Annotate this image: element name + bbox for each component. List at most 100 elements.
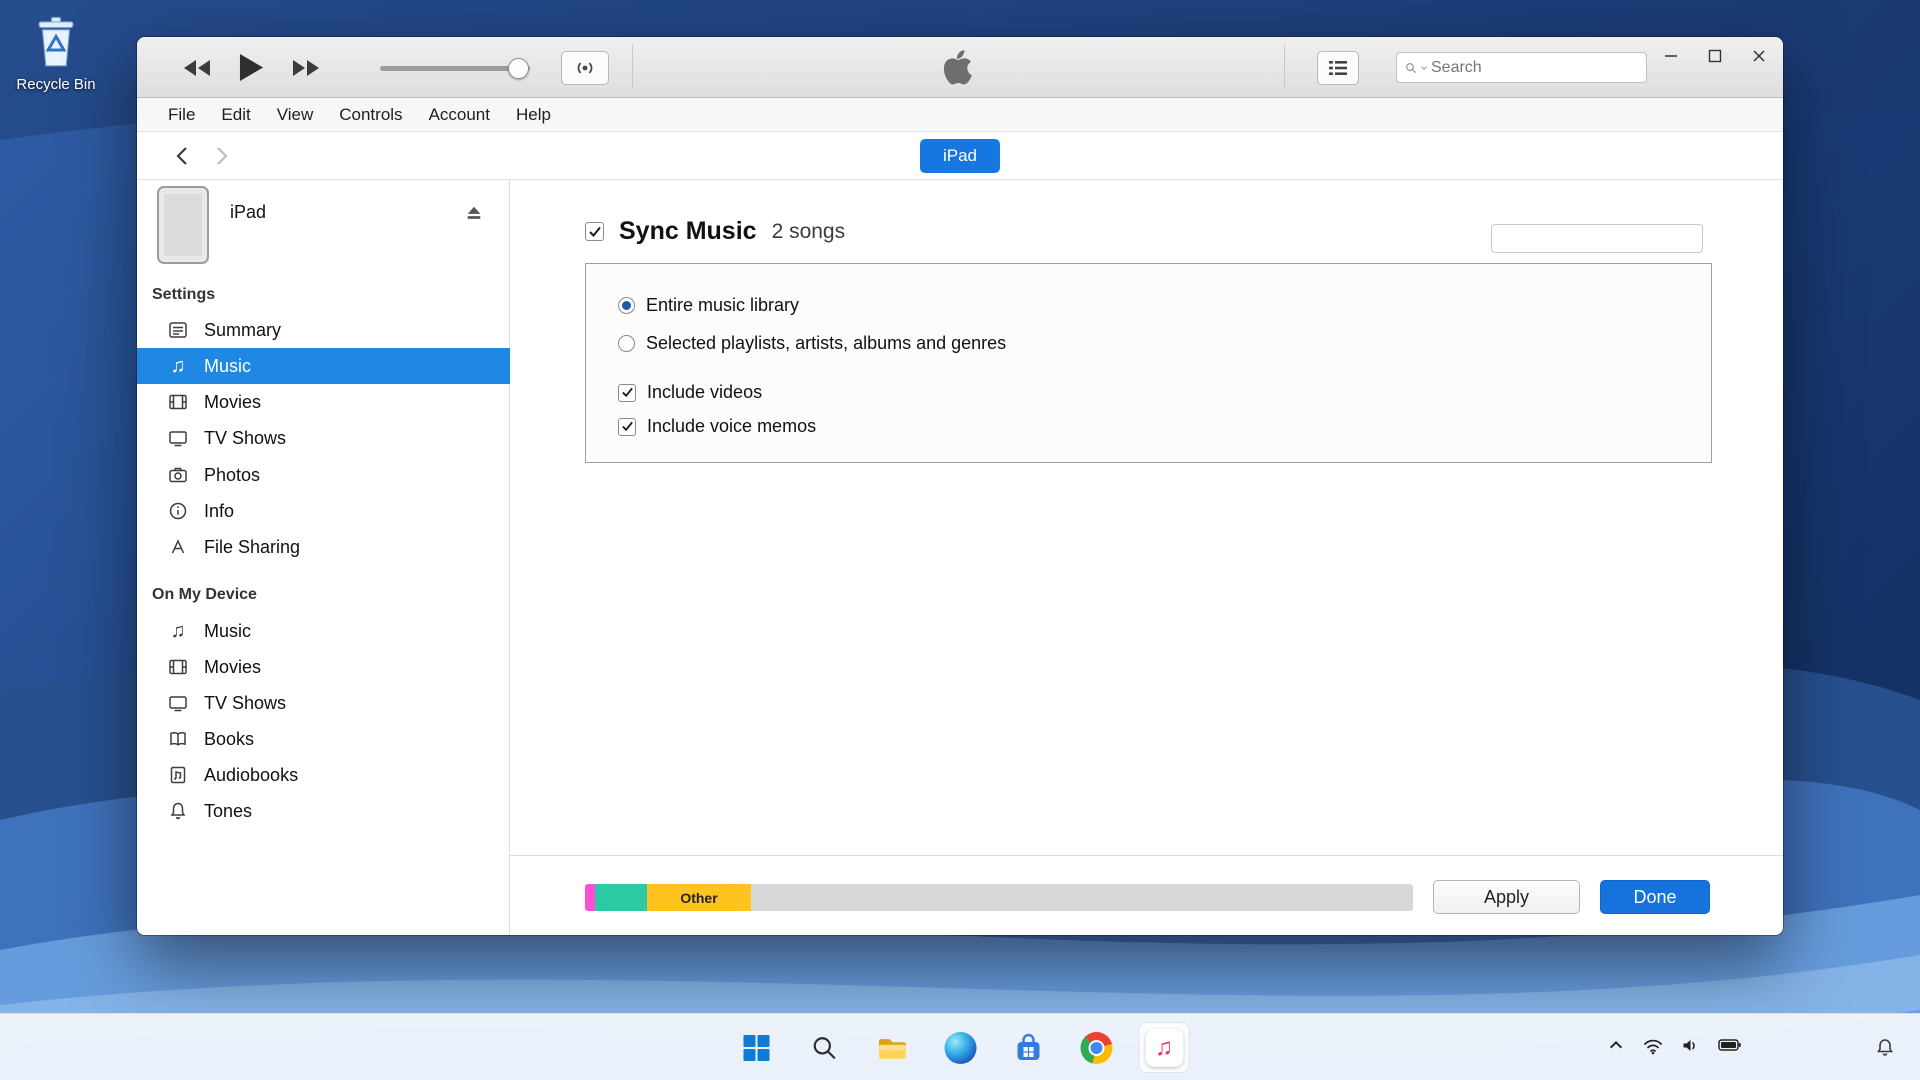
start-button[interactable] <box>732 1023 781 1072</box>
chrome-button[interactable] <box>1072 1023 1121 1072</box>
camera-icon <box>167 465 189 485</box>
close-button[interactable] <box>1743 41 1775 71</box>
itunes-window: File Edit View Controls Account Help iPa… <box>137 37 1783 935</box>
search-icon <box>811 1035 837 1061</box>
search-icon <box>1405 59 1417 77</box>
volume-slider[interactable] <box>380 37 530 98</box>
sidebar-item-label: Music <box>204 356 251 377</box>
device-pill-button[interactable]: iPad <box>920 139 1000 173</box>
sidebar-item-info[interactable]: Info <box>137 493 510 529</box>
film-icon <box>167 657 189 677</box>
menu-edit[interactable]: Edit <box>208 98 263 131</box>
maximize-button[interactable] <box>1699 41 1731 71</box>
footer-divider <box>510 855 1783 856</box>
menu-view[interactable]: View <box>264 98 327 131</box>
radio-entire-library[interactable]: Entire music library <box>618 295 799 316</box>
tray-chevron-button[interactable] <box>1607 1037 1625 1058</box>
recycle-bin[interactable]: Recycle Bin <box>8 14 104 93</box>
device-item-tones[interactable]: Tones <box>137 793 510 829</box>
wifi-icon <box>1642 1036 1664 1055</box>
play-button[interactable] <box>239 53 264 82</box>
sidebar-item-label: Tones <box>204 801 252 822</box>
menu-bar: File Edit View Controls Account Help <box>137 98 1783 132</box>
toolbar-search[interactable] <box>1396 52 1647 83</box>
sidebar-item-summary[interactable]: Summary <box>137 312 510 348</box>
chevron-down-icon <box>1421 65 1427 71</box>
sync-music-checkbox[interactable] <box>585 222 604 241</box>
device-item-movies[interactable]: Movies <box>137 649 510 685</box>
toolbar-search-input[interactable] <box>1431 59 1638 77</box>
main-content: Sync Music 2 songs Entire music library … <box>510 180 1783 935</box>
sidebar-item-movies[interactable]: Movies <box>137 384 510 420</box>
menu-help[interactable]: Help <box>503 98 564 131</box>
sync-options-panel: Entire music library Selected playlists,… <box>585 263 1712 463</box>
toolbar-divider <box>1284 45 1285 89</box>
device-item-tv-shows[interactable]: TV Shows <box>137 685 510 721</box>
menu-controls[interactable]: Controls <box>326 98 415 131</box>
sidebar-item-music[interactable]: ♫ Music <box>137 348 510 384</box>
battery-button[interactable] <box>1717 1036 1742 1059</box>
desktop: Recycle Bin <box>0 0 1920 1080</box>
minimize-button[interactable] <box>1655 41 1687 71</box>
device-item-music[interactable]: ♫ Music <box>137 613 510 649</box>
content-search-input[interactable] <box>1499 230 1698 247</box>
airplay-icon <box>574 59 596 77</box>
menu-account[interactable]: Account <box>416 98 503 131</box>
capacity-bar: Other <box>585 884 1413 911</box>
microsoft-store-button[interactable] <box>1004 1023 1053 1072</box>
rewind-button[interactable] <box>183 58 211 78</box>
check-icon <box>618 384 636 402</box>
content-search[interactable] <box>1491 224 1703 253</box>
music-icon: ♫ <box>167 356 189 376</box>
apple-logo <box>938 47 980 89</box>
audiobook-icon <box>167 765 189 785</box>
menu-file[interactable]: File <box>155 98 208 131</box>
recycle-bin-label: Recycle Bin <box>8 76 104 93</box>
checkbox-label: Include voice memos <box>647 416 816 437</box>
volume-knob[interactable] <box>508 58 529 79</box>
tv-icon <box>167 693 189 713</box>
check-icon <box>618 418 636 436</box>
volume-button[interactable] <box>1681 1036 1700 1060</box>
device-item-audiobooks[interactable]: Audiobooks <box>137 757 510 793</box>
done-button[interactable]: Done <box>1600 880 1710 914</box>
store-icon <box>1013 1033 1043 1063</box>
bell-icon <box>167 801 189 821</box>
music-app-icon: ♫ <box>1145 1029 1183 1067</box>
forward-button[interactable] <box>207 142 237 170</box>
radio-selected-playlists[interactable]: Selected playlists, artists, albums and … <box>618 333 1006 354</box>
airplay-button[interactable] <box>561 51 609 85</box>
eject-button[interactable] <box>465 204 483 227</box>
sidebar-item-tv-shows[interactable]: TV Shows <box>137 420 510 456</box>
speaker-icon <box>1681 1036 1700 1055</box>
sidebar-item-label: Books <box>204 729 254 750</box>
back-button[interactable] <box>167 142 197 170</box>
notification-bell-button[interactable] <box>1874 1014 1896 1080</box>
nav-row: iPad <box>137 132 1783 180</box>
chrome-icon <box>1080 1032 1112 1064</box>
edge-button[interactable] <box>936 1023 985 1072</box>
up-next-button[interactable] <box>1317 51 1359 85</box>
checkbox-include-videos[interactable]: Include videos <box>618 382 762 403</box>
sidebar-item-photos[interactable]: Photos <box>137 457 510 493</box>
file-explorer-button[interactable] <box>868 1023 917 1072</box>
up-next-icon <box>1328 58 1348 78</box>
checkbox-include-voice-memos[interactable]: Include voice memos <box>618 416 816 437</box>
fast-forward-button[interactable] <box>292 58 320 78</box>
device-item-books[interactable]: Books <box>137 721 510 757</box>
capacity-other-label: Other <box>680 890 717 906</box>
sidebar-item-label: TV Shows <box>204 428 286 449</box>
sidebar-item-label: Summary <box>204 320 281 341</box>
file-sharing-icon <box>167 537 189 557</box>
title-bar[interactable] <box>137 37 1783 98</box>
bell-icon <box>1874 1037 1896 1059</box>
apply-button[interactable]: Apply <box>1433 880 1580 914</box>
windows-logo-icon <box>742 1034 770 1062</box>
wifi-button[interactable] <box>1642 1036 1664 1060</box>
taskbar: ♫ <box>0 1013 1920 1080</box>
itunes-taskbar-button[interactable]: ♫ <box>1140 1023 1189 1072</box>
sync-music-title: Sync Music <box>619 217 757 246</box>
capacity-segment-other: Other <box>647 884 751 911</box>
sidebar-item-file-sharing[interactable]: File Sharing <box>137 529 510 565</box>
taskbar-search-button[interactable] <box>800 1023 849 1072</box>
